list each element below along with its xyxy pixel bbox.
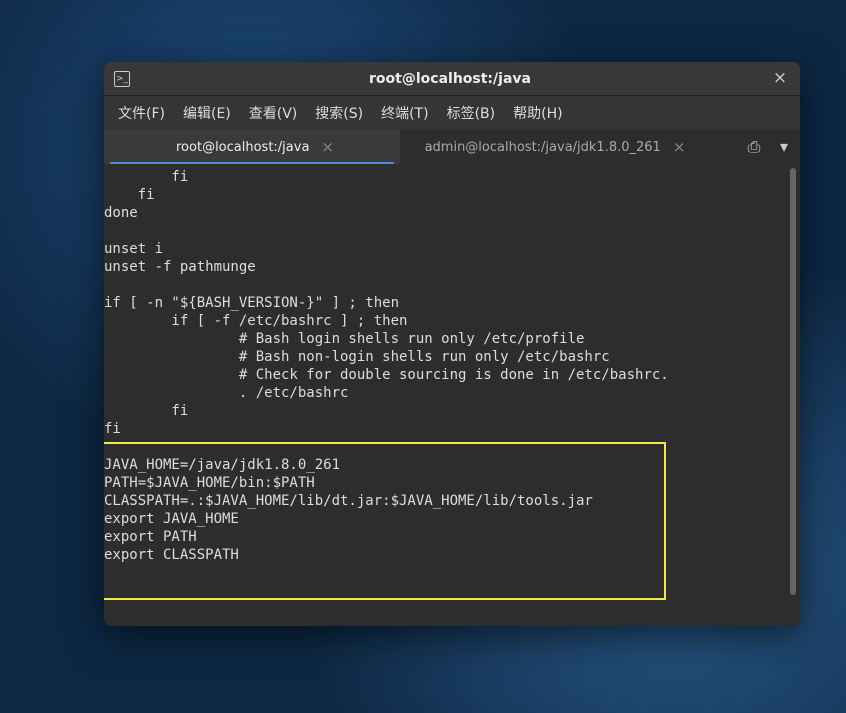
tabbar: root@localhost:/java × admin@localhost:/… [104, 130, 800, 164]
window-title: root@localhost:/java [130, 71, 770, 87]
scrollbar[interactable] [788, 168, 798, 622]
tab-close-icon[interactable]: × [673, 138, 686, 156]
terminal-window: >_ root@localhost:/java × 文件(F) 编辑(E) 查看… [104, 62, 800, 626]
close-button[interactable]: × [770, 69, 790, 89]
scrollbar-thumb[interactable] [790, 168, 796, 595]
new-tab-icon[interactable]: ⎙ [744, 137, 764, 157]
terminal-area: fi fi done unset i unset -f pathmunge if… [104, 164, 800, 626]
tab-admin[interactable]: admin@localhost:/java/jdk1.8.0_261 × [400, 130, 704, 164]
menu-terminal[interactable]: 终端(T) [372, 99, 437, 127]
terminal-app-icon: >_ [114, 71, 130, 87]
tab-label: root@localhost:/java [176, 140, 309, 155]
menu-help[interactable]: 帮助(H) [504, 99, 571, 127]
tab-dropdown-icon[interactable]: ▾ [774, 137, 794, 157]
tab-close-icon[interactable]: × [321, 138, 334, 156]
terminal-content[interactable]: fi fi done unset i unset -f pathmunge if… [104, 164, 788, 626]
menu-tabs[interactable]: 标签(B) [438, 99, 505, 127]
menu-search[interactable]: 搜索(S) [306, 99, 372, 127]
tab-root[interactable]: root@localhost:/java × [104, 130, 400, 164]
tab-actions: ⎙ ▾ [704, 130, 800, 164]
menubar: 文件(F) 编辑(E) 查看(V) 搜索(S) 终端(T) 标签(B) 帮助(H… [104, 96, 800, 130]
annotation-highlight [104, 442, 666, 600]
tab-label: admin@localhost:/java/jdk1.8.0_261 [425, 140, 661, 155]
titlebar[interactable]: >_ root@localhost:/java × [104, 62, 800, 96]
menu-edit[interactable]: 编辑(E) [174, 99, 240, 127]
menu-view[interactable]: 查看(V) [240, 99, 307, 127]
menu-file[interactable]: 文件(F) [109, 99, 174, 127]
